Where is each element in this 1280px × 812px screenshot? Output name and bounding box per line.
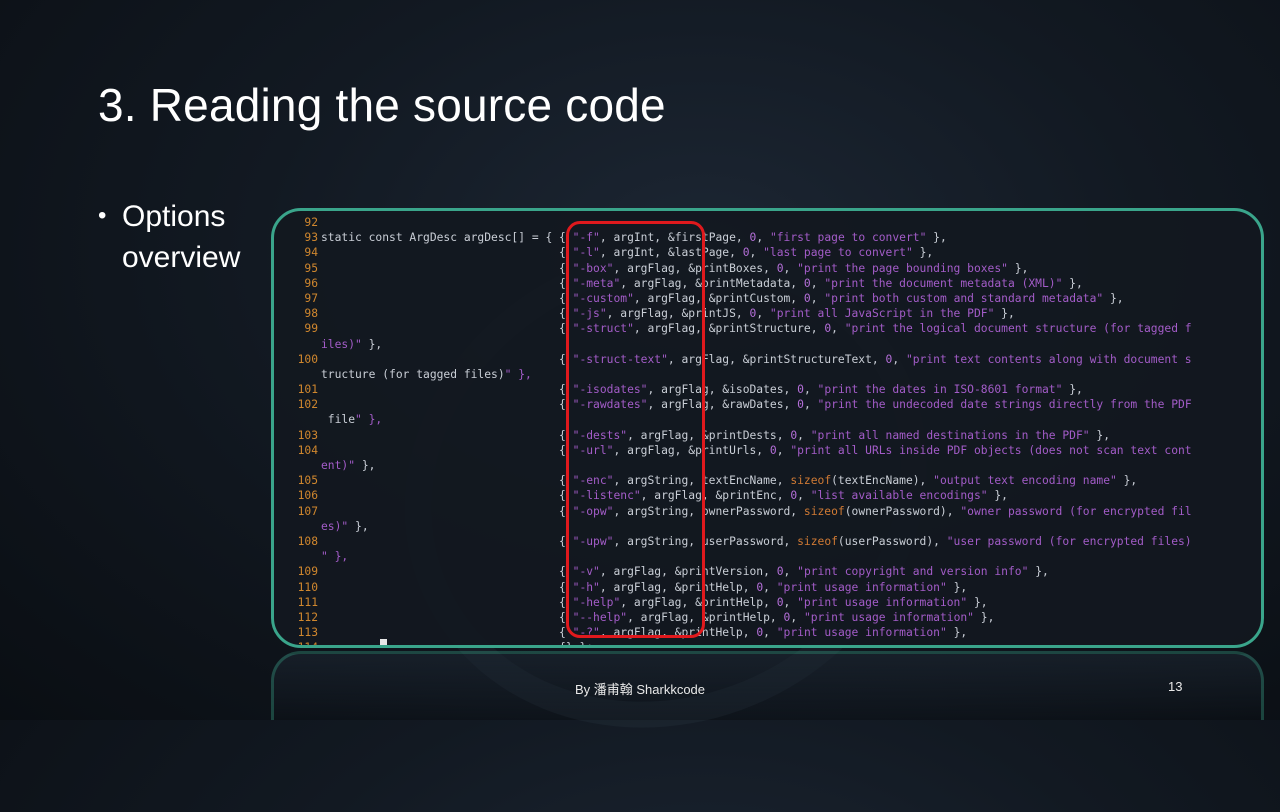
line-number [274, 337, 318, 352]
code-line: { "-box", argFlag, &printBoxes, 0, "prin… [321, 261, 1029, 275]
code-line: {} }; [321, 641, 594, 648]
line-number: 104 [297, 443, 318, 457]
code-line: " }, [321, 550, 349, 564]
page-number: 13 [1168, 679, 1183, 694]
line-number: 100 [297, 352, 318, 366]
line-number: 101 [297, 383, 318, 397]
line-number: 98 [304, 307, 318, 321]
line-number: 107 [297, 504, 318, 518]
slide-footer: By 潘甫翰 Sharkkcode [574, 682, 706, 697]
code-line: { "-js", argFlag, &printJS, 0, "print al… [321, 307, 1015, 321]
code-line: { "-struct", argFlag, &printStructure, 0… [321, 322, 1192, 336]
line-number: 99 [304, 322, 318, 336]
code-line: { "-l", argInt, &lastPage, 0, "last page… [321, 246, 934, 260]
line-number-gutter: 92 93 94 95 96 97 98 99 100 101 102 103 104 105 106 107… [274, 215, 318, 648]
line-number: 112 [297, 610, 318, 624]
line-number [274, 519, 318, 534]
text-cursor [380, 639, 387, 645]
bullet-text: Options overview [122, 200, 241, 274]
code-line: { "-v", argFlag, &printVersion, 0, "prin… [321, 565, 1049, 579]
code-line: { "-upw", argString, userPassword, sizeo… [321, 534, 1192, 548]
code-line: ent)" }, [321, 459, 376, 472]
code-line: { "-rawdates", argFlag, &rawDates, 0, "p… [321, 398, 1192, 412]
code-line: es)" }, [321, 519, 369, 533]
line-number: 96 [304, 276, 318, 290]
source-code-block: static const ArgDesc argDesc[] = { { "-f… [321, 215, 1255, 648]
code-line: file" }, [321, 413, 383, 427]
code-line: { "-url", argFlag, &printUrls, 0, "print… [321, 443, 1192, 457]
line-number: 113 [297, 626, 318, 640]
line-number: 108 [297, 534, 318, 548]
line-number: 92 [304, 216, 318, 229]
line-number: 94 [304, 246, 318, 260]
line-number: 109 [297, 565, 318, 579]
line-number: 102 [297, 398, 318, 412]
line-number: 93 [304, 231, 318, 245]
line-number: 114 [297, 641, 318, 648]
code-line: { "-listenc", argFlag, &printEnc, 0, "li… [321, 489, 1008, 503]
code-line: { "-custom", argFlag, &printCustom, 0, "… [321, 291, 1124, 305]
code-line: { "--help", argFlag, &printHelp, 0, "pri… [321, 610, 995, 624]
code-line: { "-?", argFlag, &printHelp, 0, "print u… [321, 626, 968, 640]
line-number [274, 412, 318, 427]
line-number: 110 [297, 580, 318, 594]
line-number [274, 458, 318, 473]
code-line: { "-opw", argString, ownerPassword, size… [321, 504, 1192, 518]
line-number: 105 [297, 474, 318, 488]
slide-title: 3. Reading the source code [98, 79, 666, 131]
line-number: 97 [304, 291, 318, 305]
code-line: { "-enc", argString, textEncName, sizeof… [321, 474, 1138, 488]
line-number: 95 [304, 261, 318, 275]
code-line: { "-dests", argFlag, &printDests, 0, "pr… [321, 428, 1110, 442]
line-number: 103 [297, 428, 318, 442]
bullet-dot-icon: • [98, 202, 107, 229]
line-number [274, 549, 318, 564]
code-line: { "-h", argFlag, &printHelp, 0, "print u… [321, 580, 968, 594]
code-screenshot-panel: 92 93 94 95 96 97 98 99 100 101 102 103 104 105 106 107… [271, 208, 1264, 648]
option-flags-highlight-box [566, 221, 705, 638]
code-line: tructure (for tagged files)" }, [321, 367, 532, 381]
code-line: { "-struct-text", argFlag, &printStructu… [321, 352, 1192, 366]
line-number [274, 367, 318, 382]
code-line: static const ArgDesc argDesc[] = { { "-f… [321, 231, 947, 245]
code-line: { "-isodates", argFlag, &isoDates, 0, "p… [321, 383, 1083, 397]
code-line: { "-help", argFlag, &printHelp, 0, "prin… [321, 595, 988, 609]
line-number: 106 [297, 489, 318, 503]
code-line: iles)" }, [321, 337, 383, 351]
code-line: { "-meta", argFlag, &printMetadata, 0, "… [321, 276, 1083, 290]
line-number: 111 [297, 595, 318, 609]
